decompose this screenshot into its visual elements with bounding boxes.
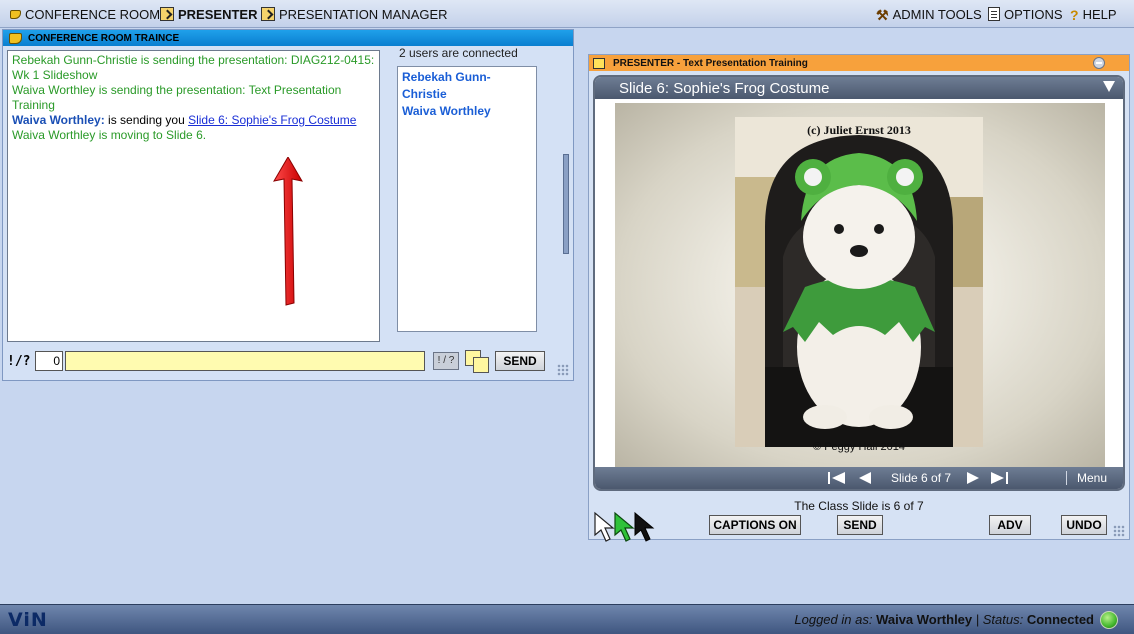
red-arrow-annotation (273, 157, 303, 306)
last-slide-icon[interactable] (989, 471, 1009, 485)
undo-button[interactable]: UNDO (1061, 515, 1107, 535)
users-list: Rebekah Gunn-Christie Waiva Worthley (397, 66, 537, 332)
logged-in-prefix: Logged in as: (794, 612, 877, 627)
chat-panel-title: CONFERENCE ROOM TRAINCE (28, 32, 180, 44)
users-connected-count: 2 users are connected (399, 46, 518, 60)
collapse-icon[interactable] (1093, 57, 1105, 69)
next-slide-icon[interactable] (965, 471, 981, 485)
class-slide-status: The Class Slide is 6 of 7 (794, 499, 924, 513)
black-pointer-icon[interactable] (634, 511, 655, 542)
slide-viewer: Slide 6: Sophie's Frog Costume (c) Julie… (593, 75, 1125, 491)
chat-log[interactable]: Rebekah Gunn-Christie is sending the pre… (7, 50, 380, 342)
question-button[interactable]: ! / ? (433, 352, 459, 370)
presentation-manager-label: PRESENTATION MANAGER (279, 6, 448, 22)
chat-message: Waiva Worthley is moving to Slide 6. (12, 128, 207, 142)
help-menu[interactable]: ? HELP (1070, 6, 1117, 24)
logged-in-user: Waiva Worthley (876, 612, 973, 627)
presenter-window-icon (593, 57, 605, 69)
dropdown-triangle-icon[interactable] (1103, 81, 1115, 92)
notes-icon[interactable] (465, 350, 489, 373)
presenter-send-button[interactable]: SEND (837, 515, 883, 535)
presenter-title: PRESENTER - Text Presentation Training (613, 57, 808, 69)
chat-input-row: !/? 0 ! / ? SEND (7, 350, 545, 373)
slide-counter: Slide 6 of 7 (891, 471, 952, 485)
pointer-tools (594, 511, 655, 542)
chat-panel-header: CONFERENCE ROOM TRAINCE (3, 30, 573, 46)
conference-room-menu[interactable]: CONFERENCE ROOM (10, 6, 160, 22)
admin-tools-menu[interactable]: ⚒ ADMIN TOOLS (876, 6, 982, 24)
slide-navigation-bar: Slide 6 of 7 Menu (595, 467, 1123, 489)
presenter-panel: PRESENTER - Text Presentation Training S… (588, 54, 1130, 542)
resize-grip-icon[interactable] (557, 364, 569, 376)
chat-sender: Waiva Worthley: (12, 113, 105, 127)
conference-room-label: CONFERENCE ROOM (25, 6, 161, 22)
chat-text: is sending you (104, 113, 189, 127)
status-prefix: | Status: (972, 612, 1027, 627)
question-toggle-label: !/? (7, 353, 31, 369)
help-label: HELP (1082, 6, 1117, 22)
chat-message: Waiva Worthley: is sending you Slide 6: … (12, 113, 375, 128)
presentation-manager-icon (261, 7, 275, 21)
vin-logo: ViN (8, 609, 48, 631)
captions-on-button[interactable]: CAPTIONS ON (709, 515, 801, 535)
options-icon (988, 7, 1000, 21)
admin-tools-label: ADMIN TOOLS (892, 6, 982, 22)
options-label: OPTIONS (1004, 6, 1063, 22)
chat-message: Waiva Worthley is sending the presentati… (12, 83, 342, 112)
photo-caption-top: (c) Juliet Ernst 2013 (807, 123, 911, 137)
question-count: 0 (35, 351, 63, 371)
presentation-manager-menu[interactable]: PRESENTATION MANAGER (261, 6, 448, 22)
white-pointer-icon[interactable] (594, 511, 615, 542)
chat-message: Rebekah Gunn-Christie is sending the pre… (12, 53, 375, 82)
tools-icon: ⚒ (876, 7, 889, 23)
login-status: Logged in as: Waiva Worthley | Status: C… (794, 612, 1094, 627)
user-item[interactable]: Waiva Worthley (402, 103, 532, 120)
first-slide-icon[interactable] (827, 471, 847, 485)
dog-photo-illustration (735, 117, 983, 447)
slide-content: (c) Juliet Ernst 2013 © Peggy Hall 2014 (615, 103, 1105, 469)
options-menu[interactable]: OPTIONS (988, 6, 1063, 22)
previous-slide-icon[interactable] (857, 471, 873, 485)
conference-chat-panel: CONFERENCE ROOM TRAINCE Rebekah Gunn-Chr… (2, 29, 574, 381)
help-icon: ? (1070, 7, 1079, 23)
advance-button[interactable]: ADV (989, 515, 1031, 535)
resize-grip-icon[interactable] (1113, 525, 1125, 537)
slide-title-bar: Slide 6: Sophie's Frog Costume (595, 77, 1123, 99)
presenter-label: PRESENTER (178, 6, 258, 22)
slide-menu-button[interactable]: Menu (1065, 471, 1107, 485)
chat-send-button[interactable]: SEND (495, 351, 545, 371)
status-indicator-icon (1100, 611, 1118, 629)
chat-bubble-icon (10, 9, 21, 19)
presenter-header: PRESENTER - Text Presentation Training (589, 55, 1129, 71)
top-menu-bar: CONFERENCE ROOM PRESENTER PRESENTATION M… (0, 0, 1134, 28)
dog-photo: (c) Juliet Ernst 2013 (735, 117, 983, 447)
connection-status: Connected (1026, 612, 1094, 627)
presenter-menu[interactable]: PRESENTER (160, 6, 257, 22)
chat-message-input[interactable] (65, 351, 425, 371)
photo-credit: © Peggy Hall 2014 (813, 441, 905, 453)
panel-splitter[interactable] (563, 154, 569, 254)
slide-title: Slide 6: Sophie's Frog Costume (619, 79, 830, 97)
green-pointer-icon[interactable] (614, 511, 635, 542)
status-bar: ViN Logged in as: Waiva Worthley | Statu… (0, 604, 1134, 634)
user-item[interactable]: Rebekah Gunn-Christie (402, 69, 532, 103)
chat-bubble-icon (9, 32, 22, 44)
presenter-icon (160, 7, 174, 21)
slide-link[interactable]: Slide 6: Sophie's Frog Costume (188, 113, 356, 127)
